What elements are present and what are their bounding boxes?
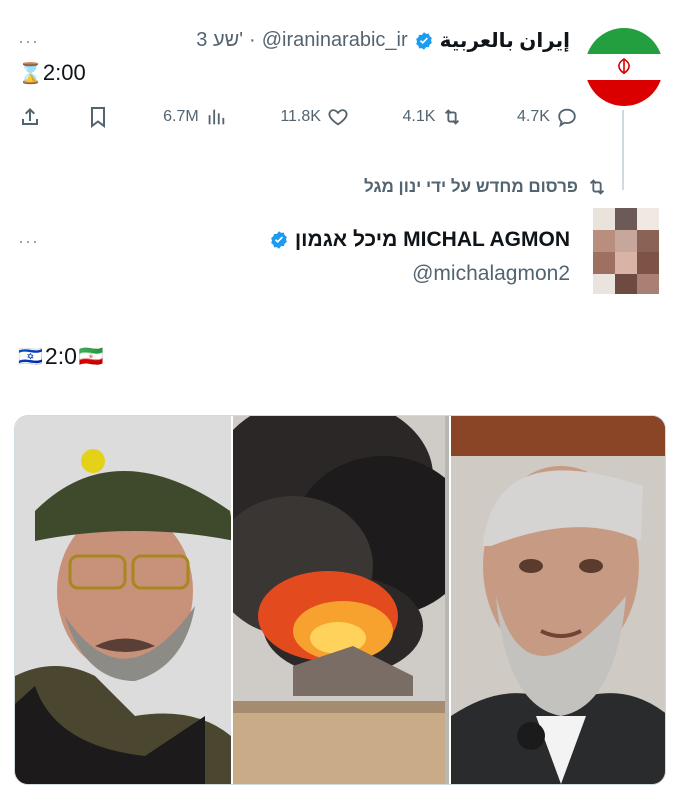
user-handle[interactable]: @michalagmon2	[412, 262, 570, 286]
retweet-icon	[445, 109, 460, 125]
thread-connector-line	[622, 110, 624, 190]
tweet-text-score: 2:00	[42, 60, 86, 85]
hourglass-icon: ⌛	[18, 62, 43, 85]
score-text: 2:0	[44, 343, 77, 369]
verified-badge-icon	[415, 31, 432, 50]
tweet-actions: 6.7M 11.8K 4.1K 4.7K	[18, 105, 578, 129]
iran-flag-icon	[585, 28, 663, 106]
more-options-icon[interactable]: ···	[18, 32, 39, 50]
media-panel-right	[451, 416, 665, 784]
media-panel-left	[15, 416, 231, 784]
tweet2-text: 🇮🇱 2:0 🇮🇷	[18, 343, 104, 370]
avatar-iran-flag[interactable]	[585, 28, 663, 106]
iran-flag-emoji-icon: 🇮🇷	[78, 346, 104, 368]
israel-flag-icon: 🇮🇱	[18, 346, 43, 368]
views-stat[interactable]: 6.7M	[163, 105, 227, 129]
man-portrait-image	[451, 416, 665, 784]
explosion-smoke-image	[233, 416, 449, 784]
share-icon[interactable]	[18, 105, 42, 129]
likes-count: 11.8K	[280, 108, 321, 125]
pixelated-avatar	[593, 208, 659, 294]
tweet-header: 3 שע' · @iraninarabic_ir إيران بالعربية	[196, 28, 570, 53]
display-name[interactable]: إيران بالعربية	[440, 28, 570, 53]
tweet-text: ⌛ 2:00	[18, 60, 86, 86]
bookmark-icon[interactable]	[86, 105, 110, 129]
verified-badge-icon	[270, 231, 287, 249]
media-panel-middle	[231, 416, 451, 784]
display-name[interactable]: מיכל אגמון MICHAL AGMON	[295, 228, 570, 252]
tweet-time[interactable]: 3 שע'	[196, 29, 243, 52]
views-count: 6.7M	[163, 108, 199, 125]
reply-bubble-icon	[558, 108, 576, 128]
likes-stat[interactable]: 11.8K	[280, 105, 349, 129]
repost-icon	[589, 179, 605, 195]
man-in-cap-image	[15, 416, 231, 784]
repost-indicator: פרסום מחדש על ידי ינון מגל	[364, 176, 608, 198]
retweets-count: 4.1K	[402, 108, 436, 125]
tweet2-header: מיכל אגמון MICHAL AGMON	[269, 228, 570, 252]
heart-icon	[328, 109, 348, 126]
separator-dot: ·	[249, 29, 256, 51]
repost-label[interactable]: פרסום מחדש על ידי ינון מגל	[364, 177, 578, 197]
user-handle[interactable]: @iraninarabic_ir	[262, 29, 408, 52]
views-chart-icon	[208, 109, 224, 125]
retweets-stat[interactable]: 4.1K	[403, 105, 464, 129]
more-options-icon[interactable]: ···	[18, 232, 39, 250]
tweet-media-image[interactable]	[14, 415, 666, 785]
avatar-blurred[interactable]	[593, 208, 659, 294]
replies-stat[interactable]: 4.7K	[517, 105, 578, 129]
replies-count: 4.7K	[517, 108, 550, 125]
